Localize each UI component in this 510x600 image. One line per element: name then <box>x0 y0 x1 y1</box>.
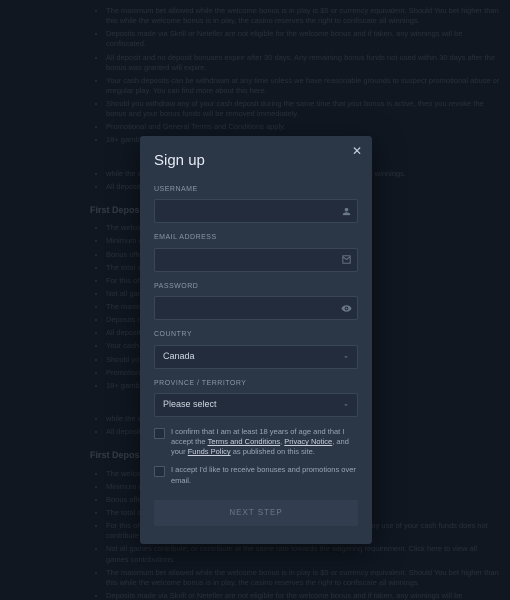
province-label: PROVINCE / TERRITORY <box>154 379 358 390</box>
funds-policy-link[interactable]: Funds Policy <box>188 447 231 456</box>
next-step-button[interactable]: NEXT STEP <box>154 500 358 526</box>
country-group: COUNTRY Canada <box>154 330 358 369</box>
username-input[interactable] <box>154 199 358 223</box>
email-label: EMAIL ADDRESS <box>154 233 358 244</box>
close-button[interactable]: ✕ <box>350 144 364 158</box>
signup-modal: ✕ Sign up USERNAME EMAIL ADDRESS PASSWOR… <box>140 136 372 544</box>
close-icon: ✕ <box>352 142 362 160</box>
email-input[interactable] <box>154 248 358 272</box>
province-group: PROVINCE / TERRITORY Please select <box>154 379 358 418</box>
chevron-down-icon <box>340 351 352 363</box>
username-label: USERNAME <box>154 185 358 196</box>
cb1-text-4: as published on this site. <box>231 447 315 456</box>
mail-icon <box>340 254 352 266</box>
country-value: Canada <box>163 350 195 364</box>
password-group: PASSWORD <box>154 282 358 321</box>
province-select[interactable]: Please select <box>154 393 358 417</box>
modal-title: Sign up <box>154 150 358 173</box>
age-confirm-checkbox[interactable] <box>154 428 165 439</box>
eye-icon[interactable] <box>340 302 352 314</box>
user-icon <box>340 205 352 217</box>
terms-link[interactable]: Terms and Conditions <box>208 437 281 446</box>
privacy-link[interactable]: Privacy Notice <box>284 437 332 446</box>
promo-optin-checkbox[interactable] <box>154 466 165 477</box>
username-group: USERNAME <box>154 185 358 224</box>
province-value: Please select <box>163 398 217 412</box>
promo-optin-label: I accept I'd like to receive bonuses and… <box>171 465 358 485</box>
age-confirm-row: I confirm that I am at least 18 years of… <box>154 427 358 457</box>
country-label: COUNTRY <box>154 330 358 341</box>
country-select[interactable]: Canada <box>154 345 358 369</box>
password-input[interactable] <box>154 296 358 320</box>
chevron-down-icon <box>340 399 352 411</box>
email-group: EMAIL ADDRESS <box>154 233 358 272</box>
promo-optin-row: I accept I'd like to receive bonuses and… <box>154 465 358 485</box>
age-confirm-label: I confirm that I am at least 18 years of… <box>171 427 358 457</box>
password-label: PASSWORD <box>154 282 358 293</box>
